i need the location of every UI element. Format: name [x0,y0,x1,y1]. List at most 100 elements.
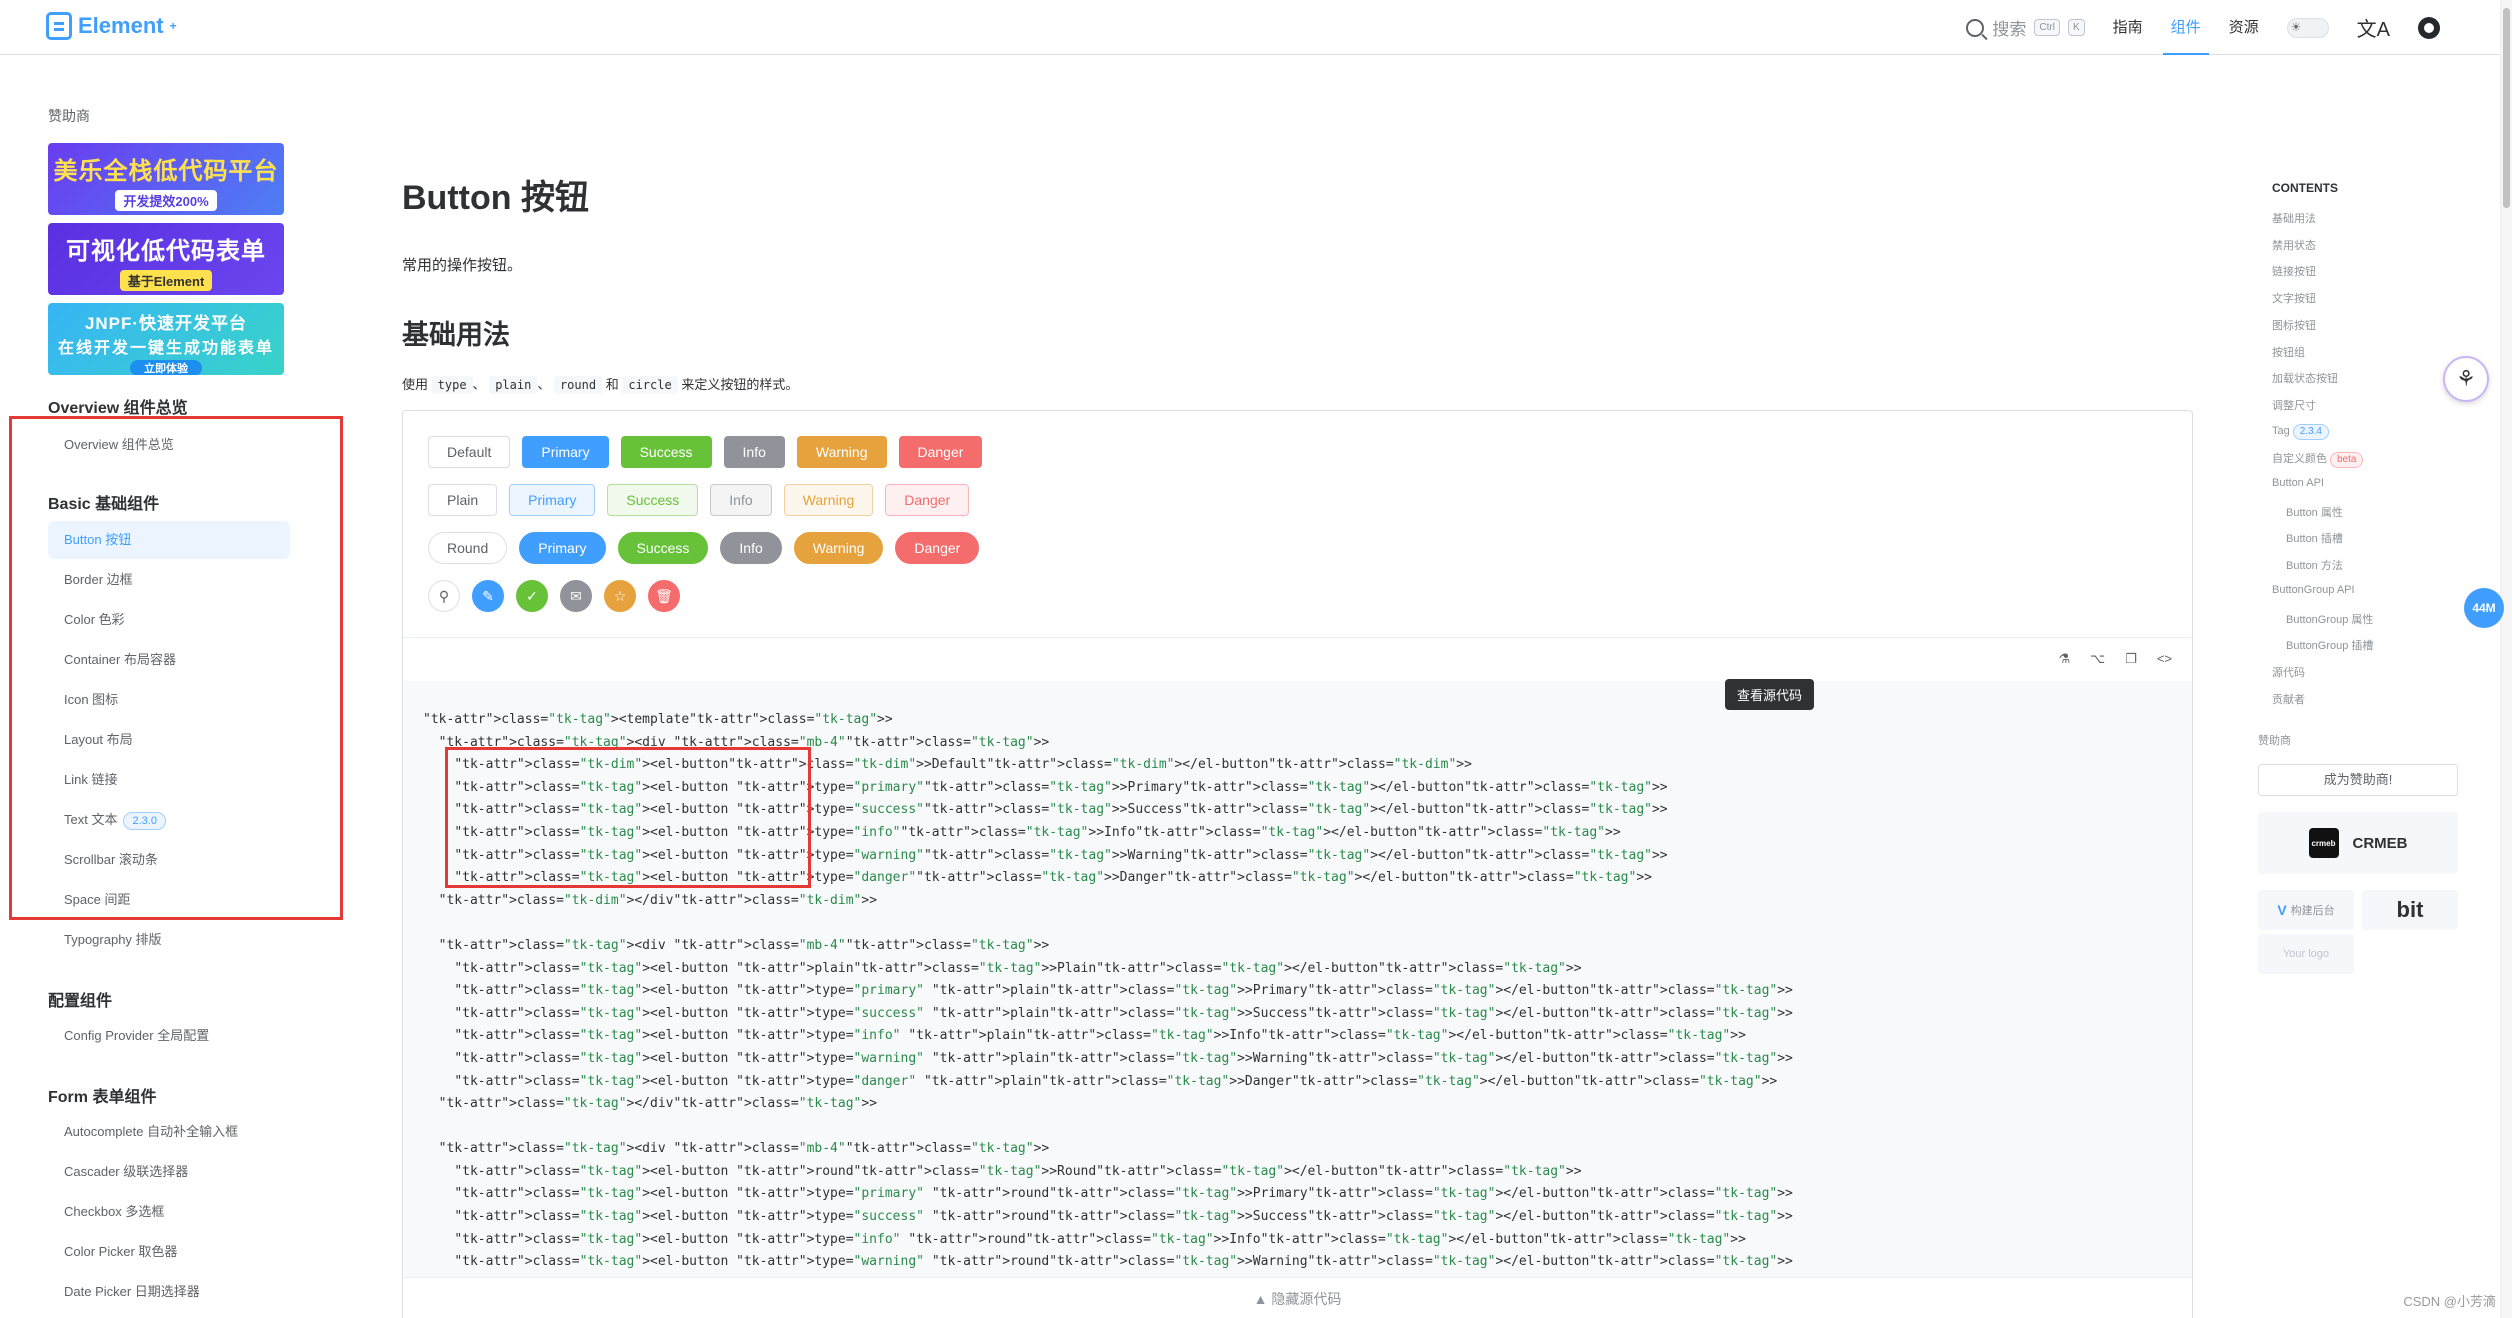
toc-item[interactable]: 贡献者 [2272,691,2305,707]
nav-resource[interactable]: 资源 [2229,0,2259,55]
toc-item[interactable]: ButtonGroup 属性 [2286,611,2373,627]
circle-check-button[interactable]: ✓ [516,580,548,612]
round-success-button[interactable]: Success [617,532,709,564]
sidebar-item-date-picker[interactable]: Date Picker 日期选择器 [48,1273,290,1311]
copy-icon[interactable]: ❐ [2125,651,2137,667]
toc-item-label: Button API [2272,477,2324,489]
floating-assistant-icon[interactable]: ⚘ [2443,356,2489,402]
default-button[interactable]: Default [428,436,511,468]
toc-item-label: ButtonGroup 属性 [2286,613,2374,626]
header-right: 搜索 Ctrl K 指南 组件 资源 文A [1966,0,2440,55]
sidebar-item-cascader[interactable]: Cascader 级联选择器 [48,1153,290,1191]
toc-item[interactable]: Button API [2272,477,2324,489]
theme-toggle[interactable] [2286,17,2329,38]
toc-sponsor-label: 赞助商 [2258,735,2291,747]
nav-guide[interactable]: 指南 [2113,0,2143,55]
plain-danger-button[interactable]: Danger [885,484,970,516]
translate-icon[interactable]: 文A [2357,13,2390,42]
circle-star-button[interactable]: ☆ [604,580,636,612]
toc-item[interactable]: Button 方法 [2286,557,2343,573]
toc-item[interactable]: Button 插槽 [2286,530,2343,546]
bit-logo: bit [2396,897,2424,922]
danger-button[interactable]: Danger [898,436,983,468]
code-plain: plain [489,376,538,394]
your-logo-slot[interactable]: Your logo [2258,934,2354,974]
circle-delete-button[interactable]: 🗑 [648,580,680,612]
search-button[interactable]: 搜索 Ctrl K [1966,15,2085,40]
round-warning-button[interactable]: Warning [793,532,884,564]
github-edit-icon[interactable]: ⌥ [2090,651,2105,667]
element-logo[interactable]: Element + [46,12,177,40]
demo-toolbar-icons: ⚗ ⌥ ❐ <> [2059,651,2172,667]
toc-item[interactable]: ButtonGroup 插槽 [2286,637,2373,653]
hide-code-button[interactable]: ▲ 隐藏源代码 [403,1277,2192,1318]
desc-use: 使用 [402,377,429,392]
crmeb-sponsor[interactable]: crmeb CRMEB [2258,812,2458,874]
sidebar-item-config-provider[interactable]: Config Provider 全局配置 [48,1017,290,1055]
demo-preview: Default Primary Success Info Warning Dan… [403,411,2192,638]
become-sponsor-button[interactable]: 成为赞助商! [2258,764,2458,796]
toc-item[interactable]: 图标按钮 [2272,317,2316,333]
sidebar-item-color-picker[interactable]: Color Picker 取色器 [48,1233,290,1271]
round-button[interactable]: Round [428,532,508,564]
code-line: "tk-attr">class="tk-tag"><el-button "tk-… [454,1186,1793,1202]
round-info-button[interactable]: Info [720,532,782,564]
toc-item[interactable]: 禁用状态 [2272,237,2316,253]
hide-code-label: 隐藏源代码 [1271,1291,1342,1307]
toc-item-label: 基础用法 [2272,213,2316,225]
success-button[interactable]: Success [620,436,712,468]
toc-item-label: 链接按钮 [2272,266,2316,279]
plain-button[interactable]: Plain [428,484,498,516]
round-danger-button[interactable]: Danger [895,532,980,564]
plain-success-button[interactable]: Success [607,484,699,516]
page-scrollbar-thumb[interactable] [2503,8,2510,208]
floating-badge[interactable]: 44M [2464,588,2504,628]
toc-item[interactable]: 链接按钮 [2272,263,2316,279]
toc-item[interactable]: 基础用法 [2272,210,2316,226]
edit-icon: ✎ [482,587,494,604]
sponsor-bit[interactable]: bit [2362,890,2458,930]
sidebar-item-checkbox[interactable]: Checkbox 多选框 [48,1193,290,1231]
toc-item[interactable]: Tag 2.3.4 [2272,423,2329,440]
sponsor-small-1[interactable]: V 构建后台 [2258,890,2354,930]
toc-item-label: 调整尺寸 [2272,399,2316,412]
toc-item[interactable]: 自定义颜色 beta [2272,450,2364,469]
code-line: "tk-attr">class="tk-tag"><el-button "tk-… [454,1254,1793,1270]
plain-info-button[interactable]: Info [710,484,772,516]
circle-edit-button[interactable]: ✎ [472,580,504,612]
desc-sep: 、 [537,377,551,392]
logo-sup: + [169,19,177,33]
primary-button[interactable]: Primary [522,436,609,468]
code-line: "tk-attr">class="tk-tag"><el-button "tk-… [454,983,1793,999]
sidebar-item-autocomplete[interactable]: Autocomplete 自动补全输入框 [48,1113,290,1151]
view-source-icon[interactable]: <> [2157,651,2172,667]
search-icon: ⚲ [438,587,450,604]
toc-item[interactable]: 文字按钮 [2272,290,2316,306]
sidebar-item-typography[interactable]: Typography 排版 [48,921,290,959]
toc-item[interactable]: Button 属性 [2286,504,2343,520]
sponsor-banner-3[interactable]: JNPF·快速开发平台 在线开发一键生成功能表单 立即体验 [48,303,284,375]
code-type: type [431,376,473,394]
circle-search-button[interactable]: ⚲ [428,580,460,612]
toc-item[interactable]: 加载状态按钮 [2272,370,2338,386]
plain-warning-button[interactable]: Warning [783,484,874,516]
info-button[interactable]: Info [723,436,785,468]
toc-item[interactable]: ButtonGroup API [2272,584,2355,596]
toc-item[interactable]: 调整尺寸 [2272,397,2316,413]
github-icon[interactable] [2418,16,2440,39]
circle-message-button[interactable]: ✉ [560,580,592,612]
plain-primary-button[interactable]: Primary [509,484,596,516]
page-scrollbar[interactable] [2500,0,2512,1318]
sponsor-banner-2[interactable]: 可视化低代码表单 基于Element [48,223,284,295]
highlight-box-code [445,747,811,888]
sponsor-banner-1[interactable]: 美乐全栈低代码平台 开发提效200% [48,143,284,215]
sidebar-group-form: Form 表单组件 [48,1089,157,1106]
caret-up-icon: ▲ [1253,1291,1268,1307]
warning-button[interactable]: Warning [796,436,887,468]
toc-item[interactable]: 按钮组 [2272,344,2305,360]
nav-component[interactable]: 组件 [2162,0,2209,55]
toc-item[interactable]: 源代码 [2272,664,2305,680]
playground-icon[interactable]: ⚗ [2059,651,2071,667]
round-primary-button[interactable]: Primary [519,532,606,564]
